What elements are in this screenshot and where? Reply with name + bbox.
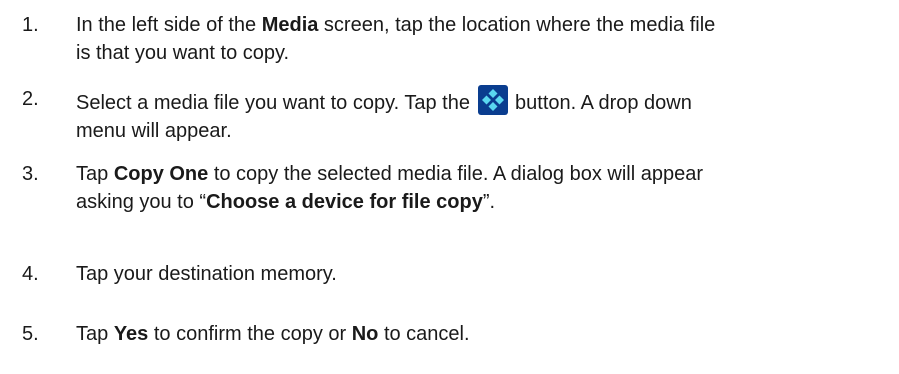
bold-text: Yes [113,323,149,345]
step-number: 3. [22,163,39,185]
text-run: to confirm the copy or [148,323,352,345]
text-run: ”. [482,191,496,213]
step-text: Tap your destination memory. [76,260,898,288]
bold-text: No [351,323,379,345]
step-text: Tap Yes to confirm the copy or No to can… [76,320,898,348]
step-text: Select a media file you want to copy. Ta… [76,85,898,145]
step-text: In the left side of the Media screen, ta… [76,11,898,67]
text-run: button. A drop down [509,92,692,114]
step-line: asking you to “Choose a device for file … [76,188,898,216]
step-number: 5. [22,323,39,345]
step-number: 2. [22,88,39,110]
step-line: menu will appear. [76,120,232,142]
bold-text: Media [261,14,319,36]
text-run: Select a media file you want to copy. Ta… [76,92,476,114]
bold-text: Choose a device for file copy [206,191,483,213]
step-line: Tap Copy One to copy the selected media … [76,160,898,188]
step-line: Tap Yes to confirm the copy or No to can… [76,320,898,348]
step-number: 1. [22,14,39,36]
text-run: asking you to “ [76,191,207,213]
step-number: 4. [22,263,39,285]
step-text: Tap Copy One to copy the selected media … [76,160,898,216]
step-line: Select a media file you want to copy. Ta… [76,85,898,117]
text-run: screen, tap the location where the media… [318,14,716,36]
bold-text: Copy One [113,163,209,185]
instruction-steps: 1. In the left side of the Media screen,… [0,0,899,374]
text-run: Tap [76,163,114,185]
text-run: Tap [76,323,114,345]
step-line: is that you want to copy. [76,42,290,64]
step-line: Tap your destination memory. [76,263,337,285]
text-run: In the left side of the [76,14,262,36]
text-run: to cancel. [378,323,470,345]
text-run: to copy the selected media file. A dialo… [208,163,704,185]
menu-diamond-button-icon [477,85,508,115]
step-line: In the left side of the Media screen, ta… [76,11,898,39]
